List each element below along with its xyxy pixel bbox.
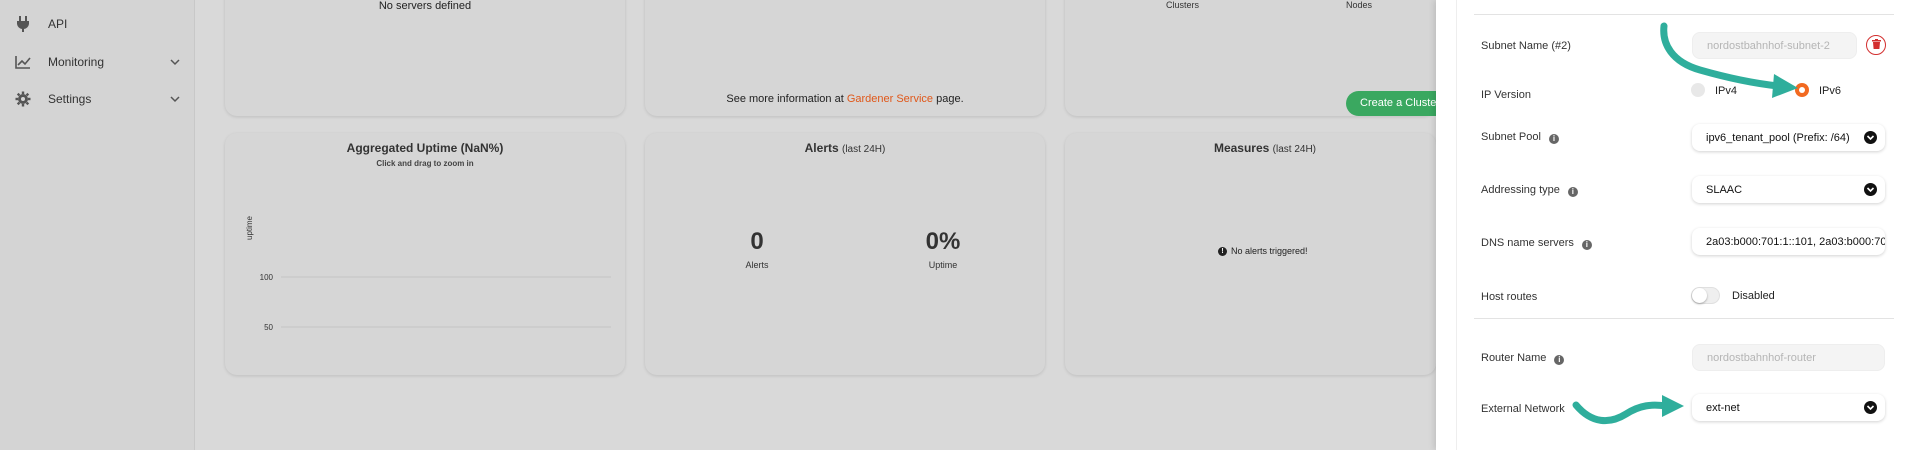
- external-network-select[interactable]: ext-net: [1692, 394, 1885, 421]
- dns-servers-label-text: DNS name servers: [1481, 237, 1574, 249]
- alerts-period: (last 24H): [842, 144, 886, 155]
- y-tick-label: 100: [260, 273, 274, 282]
- ipv4-radio[interactable]: [1691, 83, 1705, 97]
- dns-servers-input[interactable]: 2a03:b000:701:1::101, 2a03:b000:701:1::1…: [1692, 228, 1885, 255]
- uptime-title: Aggregated Uptime (NaN%): [346, 141, 504, 155]
- addressing-type-label-text: Addressing type: [1481, 184, 1560, 196]
- info-icon: i: [1554, 355, 1565, 365]
- alerts-card-title: Alerts (last 24H): [645, 141, 1045, 155]
- nodes-column-header: Nodes: [1346, 0, 1373, 10]
- uptime-percentage-label: Uptime: [928, 260, 958, 270]
- subnet-pool-value: ipv6_tenant_pool (Prefix: /64): [1706, 131, 1850, 144]
- info-circle-icon: !: [1218, 246, 1227, 256]
- chevron-down-icon: [1864, 183, 1877, 196]
- gardener-info: See more information at Gardener Service…: [645, 93, 1045, 105]
- chart-line-icon: [14, 53, 32, 71]
- ipv6-radio-selected[interactable]: [1795, 83, 1809, 97]
- y-tick-label: 50: [264, 323, 273, 332]
- uptime-chart[interactable]: uptime 100500: [225, 168, 625, 368]
- ip-version-label: IP Version: [1481, 89, 1531, 101]
- delete-subnet-button[interactable]: [1866, 35, 1886, 55]
- chevron-down-icon: [169, 93, 181, 105]
- ipv4-label[interactable]: IPv4: [1715, 85, 1737, 97]
- subnet-name-input[interactable]: nordostbahnhof-subnet-2: [1692, 32, 1857, 59]
- sidebar-item-monitoring[interactable]: Monitoring: [0, 44, 195, 80]
- servers-card: No servers defined: [225, 0, 625, 116]
- alerts-title: Alerts: [804, 141, 839, 155]
- measures-card-title: Measures (last 24H): [1065, 141, 1465, 155]
- sidebar: API Monitoring Settings: [0, 0, 195, 450]
- sidebar-item-label: API: [48, 17, 68, 31]
- measures-title: Measures: [1213, 141, 1270, 155]
- router-name-input[interactable]: nordostbahnhof-router: [1692, 344, 1885, 371]
- gardener-service-link[interactable]: Gardener Service: [847, 93, 933, 105]
- gardener-card: See more information at Gardener Service…: [645, 0, 1045, 116]
- host-routes-toggle[interactable]: [1691, 287, 1720, 304]
- subnet-name-label: Subnet Name (#2): [1481, 40, 1571, 52]
- addressing-type-select[interactable]: SLAAC: [1692, 176, 1885, 203]
- subnet-pool-label-text: Subnet Pool: [1481, 131, 1541, 143]
- sidebar-item-api[interactable]: API: [0, 6, 195, 42]
- servers-empty-text: No servers defined: [378, 0, 472, 12]
- gardener-info-prefix: See more information at: [726, 93, 844, 105]
- network-config-panel: [1436, 0, 1920, 450]
- sidebar-item-label: Settings: [48, 92, 92, 106]
- subnet-pool-label: Subnet Pool i: [1481, 131, 1559, 144]
- y-axis-label: uptime: [245, 215, 254, 240]
- uptime-card: Aggregated Uptime (NaN%) Click and drag …: [225, 133, 625, 375]
- ipv6-label[interactable]: IPv6: [1819, 85, 1841, 97]
- measures-message-text: No alerts triggered!: [1231, 246, 1308, 256]
- chevron-down-icon: [169, 56, 181, 68]
- external-network-value: ext-net: [1706, 401, 1740, 414]
- dns-servers-label: DNS name servers i: [1481, 237, 1592, 250]
- alerts-count-label: Alerts: [745, 260, 769, 270]
- router-name-label-text: Router Name: [1481, 352, 1547, 364]
- router-name-label: Router Name i: [1481, 352, 1565, 365]
- network-config-form: [1456, 0, 1920, 450]
- measures-empty-message: ! No alerts triggered!: [1218, 246, 1308, 256]
- alerts-card: Alerts (last 24H) 0 Alerts 0% Uptime: [645, 133, 1045, 375]
- trash-icon: [1871, 36, 1881, 54]
- info-icon: i: [1581, 240, 1592, 250]
- host-routes-state: Disabled: [1732, 290, 1775, 302]
- external-network-label: External Network: [1481, 403, 1565, 415]
- uptime-percentage: 0%: [925, 228, 961, 255]
- clusters-column-header: Clusters: [1166, 0, 1200, 10]
- divider: [1474, 14, 1894, 15]
- info-icon: i: [1567, 187, 1578, 197]
- info-icon: i: [1548, 134, 1559, 144]
- alerts-count: 0: [750, 228, 764, 255]
- sidebar-item-settings[interactable]: Settings: [0, 81, 195, 117]
- chevron-down-icon: [1864, 131, 1877, 144]
- gardener-info-suffix: page.: [936, 93, 964, 105]
- uptime-subtitle: Click and drag to zoom in: [376, 159, 474, 168]
- measures-period: (last 24H): [1272, 144, 1317, 155]
- sidebar-item-label: Monitoring: [48, 55, 105, 69]
- measures-card: Measures (last 24H) ! No alerts triggere…: [1065, 133, 1436, 375]
- main-content: No servers defined See more information …: [196, 0, 1456, 450]
- plug-icon: [14, 15, 32, 33]
- clusters-card: Clusters Nodes Create a Cluster: [1065, 0, 1456, 116]
- divider: [1474, 318, 1894, 319]
- addressing-type-label: Addressing type i: [1481, 184, 1578, 197]
- chevron-down-icon: [1864, 401, 1877, 414]
- addressing-type-value: SLAAC: [1706, 183, 1743, 196]
- host-routes-label: Host routes: [1481, 291, 1538, 303]
- gear-icon: [14, 90, 32, 108]
- subnet-pool-select[interactable]: ipv6_tenant_pool (Prefix: /64): [1692, 124, 1885, 151]
